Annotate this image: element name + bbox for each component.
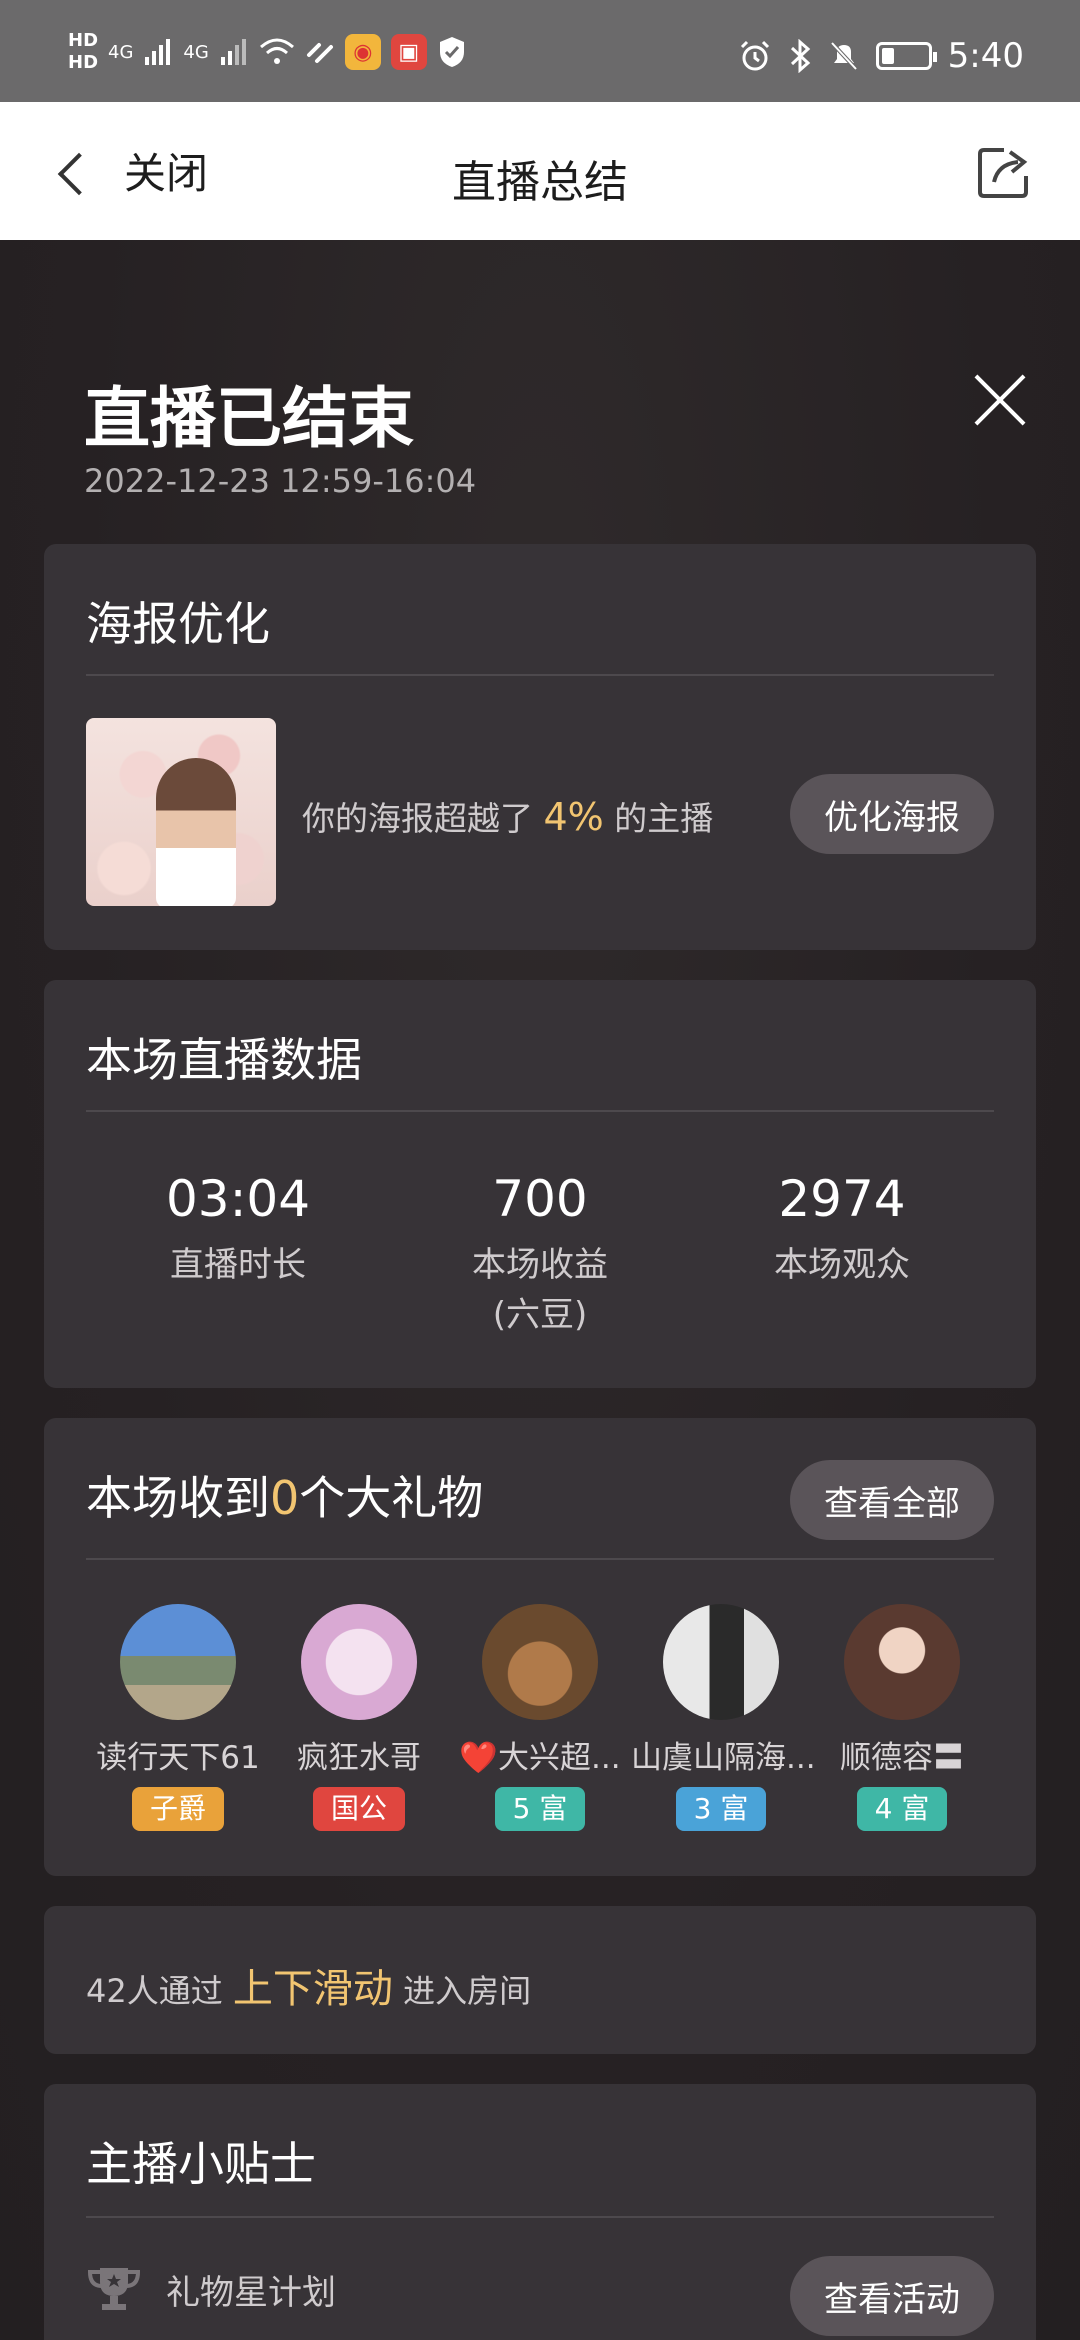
gift-user-item[interactable]: 疯狂水哥 国公 xyxy=(269,1604,449,1831)
tips-card-title: 主播小贴士 xyxy=(86,2137,316,2191)
stat-viewers: 2974 本场观众 xyxy=(692,1170,992,1290)
signal-bars-icon xyxy=(145,39,171,65)
gift-user-item[interactable]: 顺德容〓 4 富 xyxy=(812,1604,992,1831)
hd-indicator: HD HD xyxy=(68,30,98,74)
share-icon[interactable] xyxy=(974,142,1034,202)
trophy-icon xyxy=(87,2268,141,2310)
signal-bars-2-icon xyxy=(220,39,246,65)
poster-thumbnail[interactable] xyxy=(86,718,276,906)
gift-user-item[interactable]: ❤️大兴超... 5 富 xyxy=(450,1604,630,1831)
battery-icon xyxy=(875,42,937,70)
stat-value: 03:04 xyxy=(165,1170,311,1228)
stat-label: 本场观众 xyxy=(774,1245,910,1285)
status-left: HD HD 4G 4G ◉ ▣ xyxy=(68,30,467,74)
divider xyxy=(86,2216,994,2218)
stat-value: 2974 xyxy=(778,1170,906,1228)
view-all-button[interactable]: 查看全部 xyxy=(790,1460,994,1540)
stat-label: 本场收益 (六豆) xyxy=(390,1240,690,1340)
poster-person-image xyxy=(156,758,236,906)
poster-text-suffix: 的主播 xyxy=(614,799,714,838)
avatar xyxy=(844,1604,960,1720)
avatar xyxy=(120,1604,236,1720)
slide-suffix: 进入房间 xyxy=(403,1972,532,2010)
slide-entry-text: 42人通过 上下滑动 进入房间 xyxy=(86,1956,531,2014)
gifts-title-prefix: 本场收到 xyxy=(86,1471,270,1525)
alarm-icon xyxy=(740,40,769,71)
divider xyxy=(86,674,994,676)
gift-user-name: ❤️大兴超... xyxy=(459,1740,621,1776)
page-title: 直播总结 xyxy=(452,157,628,208)
stat-duration: 03:04 直播时长 xyxy=(88,1170,388,1290)
gift-user-item[interactable]: 读行天下61 子爵 xyxy=(88,1604,268,1831)
rank-badge: 3 富 xyxy=(675,1787,767,1831)
stats-card-title: 本场直播数据 xyxy=(86,1033,362,1087)
poster-rank-text: 你的海报超越了 4% 的主播 xyxy=(302,792,713,840)
slide-prefix: 42人通过 xyxy=(86,1972,223,2010)
stat-earnings: 700 本场收益 (六豆) xyxy=(390,1170,690,1340)
weibo-app-icon: ◉ xyxy=(344,34,381,70)
rank-badge: 子爵 xyxy=(131,1787,224,1831)
link-icon xyxy=(306,43,333,63)
status-bar: HD HD 4G 4G ◉ ▣ 5:40 xyxy=(0,0,1080,102)
live-time-range: 2022-12-23 12:59-16:04 xyxy=(84,462,477,500)
gift-user-name: 疯狂水哥 xyxy=(297,1740,421,1776)
status-right: 5:40 xyxy=(738,36,1024,76)
signal1-label: 4G xyxy=(108,41,134,63)
poster-percent: 4% xyxy=(543,795,604,839)
gift-user-name: 顺德容〓 xyxy=(840,1740,964,1776)
stat-value: 700 xyxy=(492,1170,588,1228)
book-app-icon: ▣ xyxy=(390,34,427,70)
stat-label-sub: (六豆) xyxy=(492,1295,588,1335)
avatar xyxy=(482,1604,598,1720)
shield-icon xyxy=(439,37,464,67)
hd1-label: HD xyxy=(68,30,99,51)
live-stats-card: 本场直播数据 03:04 直播时长 700 本场收益 (六豆) 2974 本场观… xyxy=(44,980,1036,1388)
poster-card: 海报优化 你的海报超越了 4% 的主播 优化海报 xyxy=(44,544,1036,950)
stat-label: 直播时长 xyxy=(170,1245,306,1285)
rank-badge: 国公 xyxy=(312,1787,405,1831)
avatar xyxy=(663,1604,779,1720)
gifts-title-suffix: 个大礼物 xyxy=(299,1471,484,1525)
top-nav: 关闭 直播总结 xyxy=(0,102,1080,240)
bluetooth-icon xyxy=(790,39,810,73)
big-gifts-card: 本场收到0个大礼物 查看全部 读行天下61 子爵 疯狂水哥 国公 ❤️大兴超..… xyxy=(44,1418,1036,1876)
signal2-label: 4G xyxy=(183,41,209,63)
rank-badge: 4 富 xyxy=(856,1787,948,1831)
wifi-icon xyxy=(259,38,294,64)
avatar xyxy=(301,1604,417,1720)
slide-highlight: 上下滑动 xyxy=(232,1966,393,2012)
host-tips-card: 主播小贴士 礼物星计划 查看活动 xyxy=(44,2084,1036,2340)
gift-user-name: 读行天下61 xyxy=(96,1740,260,1776)
gift-user-name: 山虞山隔海... xyxy=(631,1740,816,1776)
rank-badge: 5 富 xyxy=(494,1787,586,1831)
divider xyxy=(86,1110,994,1112)
stat-label-main: 本场收益 xyxy=(472,1245,608,1285)
poster-text-prefix: 你的海报超越了 xyxy=(302,799,533,838)
hd2-label: HD xyxy=(68,52,99,73)
clock: 5:40 xyxy=(947,36,1024,76)
live-ended-title: 直播已结束 xyxy=(84,380,414,457)
close-icon[interactable] xyxy=(970,370,1030,430)
gift-user-item[interactable]: 山虞山隔海... 3 富 xyxy=(631,1604,816,1831)
tip-item-label: 礼物星计划 xyxy=(166,2272,336,2313)
gifts-card-title: 本场收到0个大礼物 xyxy=(86,1462,483,1528)
poster-card-title: 海报优化 xyxy=(86,597,270,651)
optimize-poster-button[interactable]: 优化海报 xyxy=(790,774,994,854)
gifts-count: 0 xyxy=(270,1471,300,1525)
view-activity-button[interactable]: 查看活动 xyxy=(790,2256,994,2336)
tip-item: 礼物星计划 xyxy=(86,2264,336,2314)
divider xyxy=(86,1558,994,1560)
slide-entry-card: 42人通过 上下滑动 进入房间 xyxy=(44,1906,1036,2054)
mute-bell-icon xyxy=(830,41,858,71)
